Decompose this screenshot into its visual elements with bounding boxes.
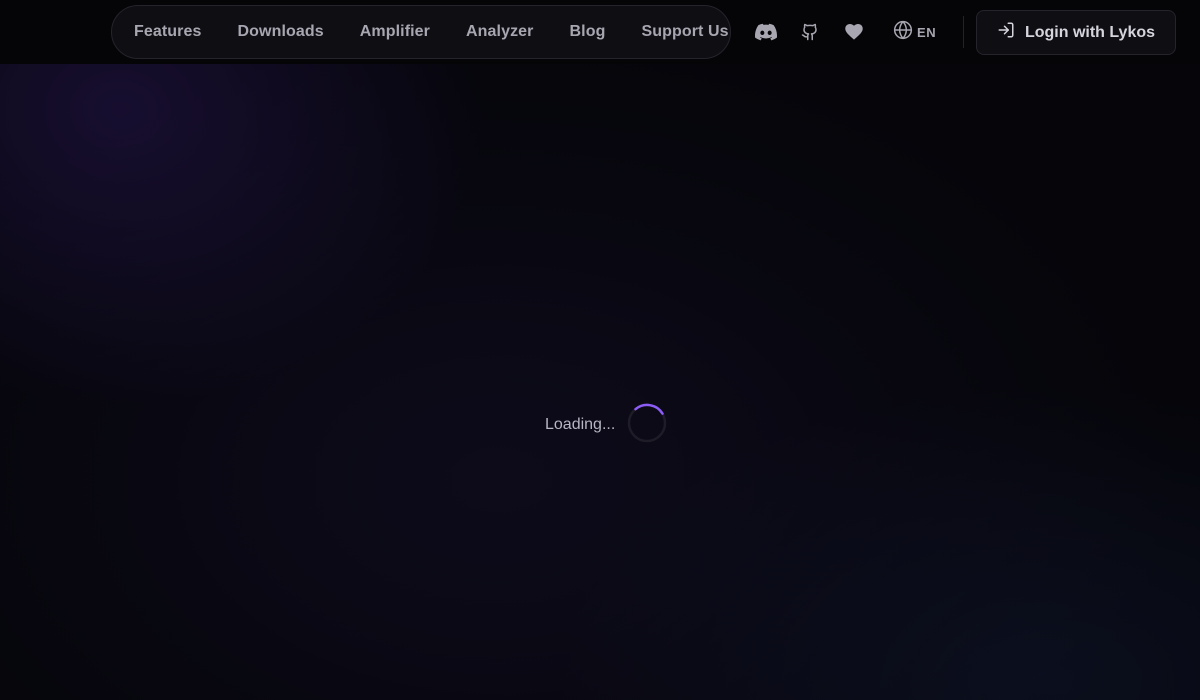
login-button[interactable]: Login with Lykos [976, 10, 1176, 55]
github-icon [801, 23, 819, 41]
nav-link-support-us[interactable]: Support Us [641, 23, 728, 41]
header-divider [963, 16, 964, 48]
globe-icon [893, 20, 913, 45]
nav-link-analyzer[interactable]: Analyzer [466, 23, 534, 41]
nav-link-blog[interactable]: Blog [570, 23, 606, 41]
login-icon [997, 21, 1015, 44]
nav-link-downloads[interactable]: Downloads [238, 23, 324, 41]
language-label: EN [917, 24, 937, 40]
main-nav: Features Downloads Amplifier Analyzer Bl… [111, 5, 731, 59]
github-button[interactable] [798, 20, 822, 44]
top-navigation-bar: Features Downloads Amplifier Analyzer Bl… [0, 0, 1200, 64]
login-label: Login with Lykos [1024, 23, 1156, 41]
nav-link-features[interactable]: Features [134, 23, 202, 41]
loading-text: Loading... [545, 416, 616, 433]
support-heart-button[interactable] [842, 20, 866, 44]
discord-button[interactable] [754, 20, 778, 44]
page-background [0, 0, 1200, 700]
nav-link-amplifier[interactable]: Amplifier [360, 23, 430, 41]
spinner-icon [627, 403, 667, 448]
loading-indicator: Loading... [545, 403, 667, 448]
language-selector[interactable]: EN [893, 20, 936, 44]
heart-icon [845, 24, 863, 40]
discord-icon [755, 23, 777, 41]
